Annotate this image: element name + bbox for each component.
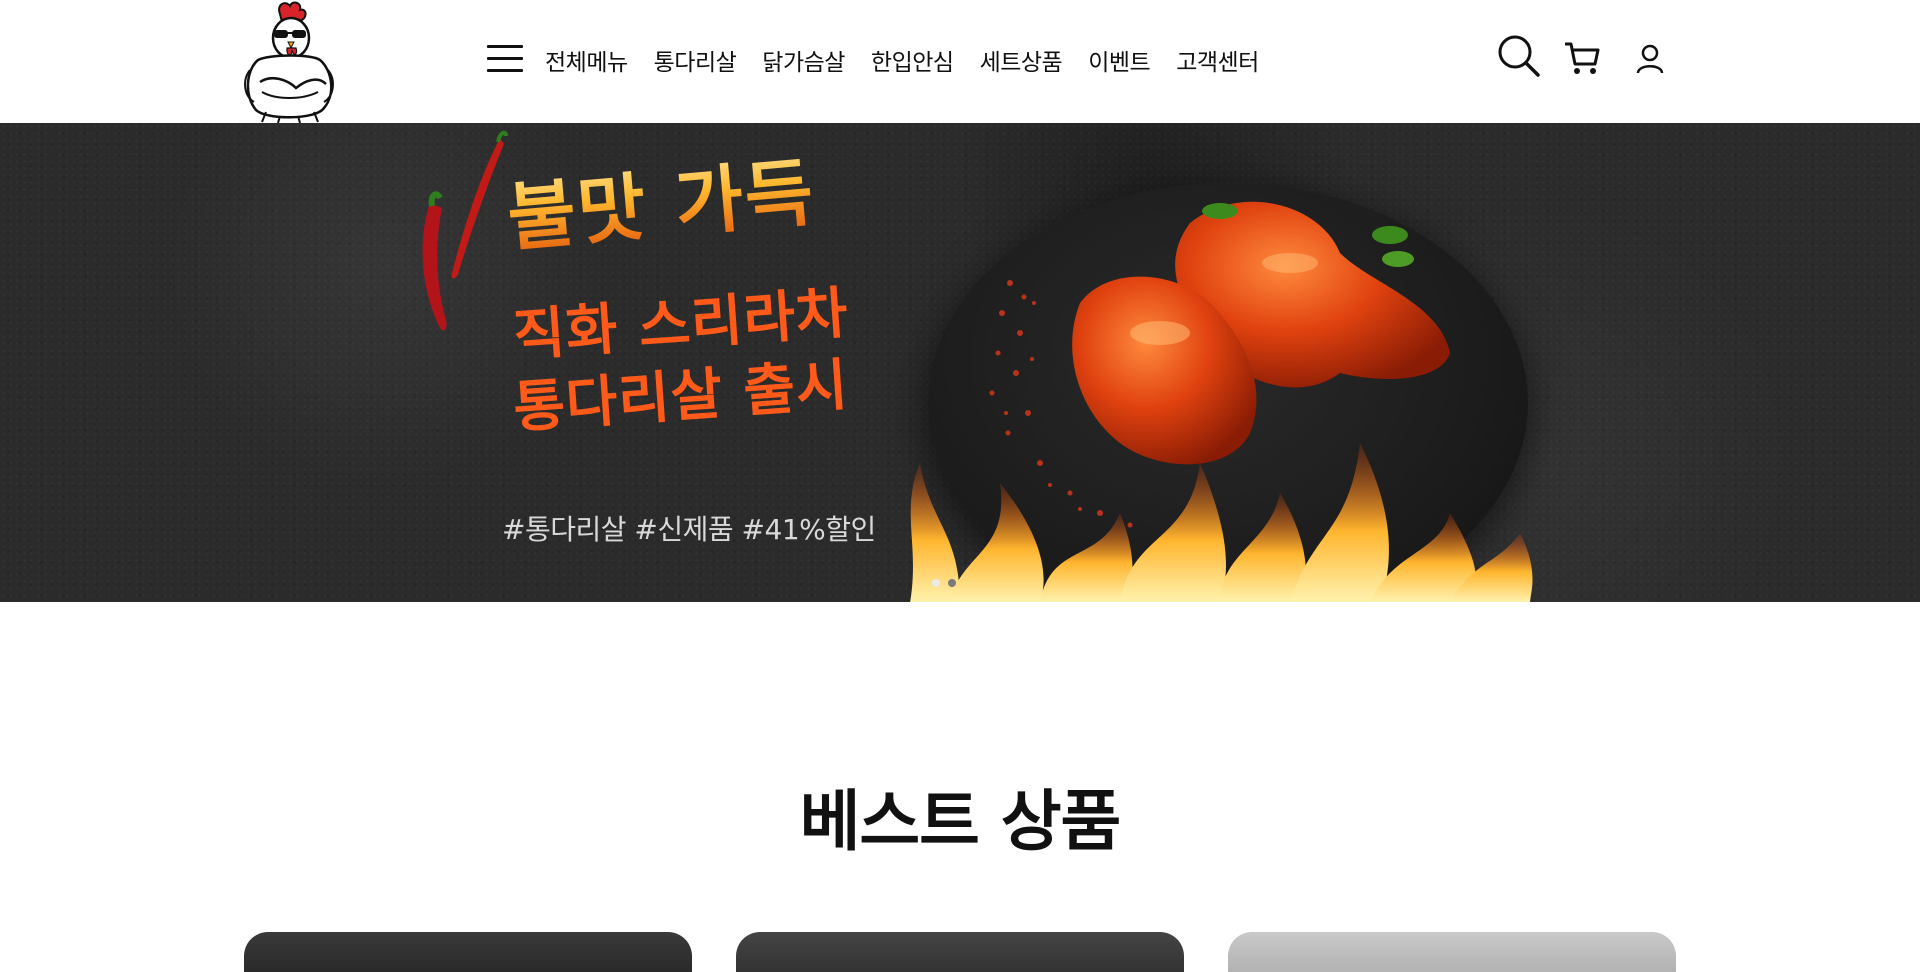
best-products-title: 베스트 상품 bbox=[799, 783, 1122, 860]
nav-item-set-products[interactable]: 세트상품 bbox=[980, 43, 1063, 77]
user-icon[interactable] bbox=[1636, 44, 1664, 74]
product-card[interactable] bbox=[736, 932, 1184, 972]
chili-flakes-image bbox=[989, 280, 1133, 528]
rooster-logo[interactable] bbox=[236, 0, 342, 124]
chili-pepper-icon bbox=[422, 130, 508, 331]
carousel-dot-2[interactable] bbox=[948, 579, 956, 587]
cart-icon[interactable] bbox=[1563, 40, 1601, 76]
nav-item-whole-thigh[interactable]: 통다리살 bbox=[654, 43, 737, 77]
nav-item-all-menu[interactable]: 전체메뉴 bbox=[545, 43, 628, 77]
hamburger-menu-icon[interactable] bbox=[487, 43, 523, 75]
nav-item-customer-center[interactable]: 고객센터 bbox=[1176, 43, 1259, 77]
banner-hashtags: #통다리살 #신제품 #41%할인 bbox=[502, 513, 876, 546]
product-card[interactable] bbox=[244, 932, 692, 972]
carousel-pagination bbox=[932, 579, 964, 587]
carousel-dot-1[interactable] bbox=[932, 579, 940, 587]
nav-item-bite-tenderloin[interactable]: 한입안심 bbox=[871, 43, 954, 77]
hero-banner[interactable]: 불맛 가득 직화 스리라차 통다리살 출시 #통다리살 #신제품 #41%할인 bbox=[0, 123, 1920, 602]
rooster-mascot-icon bbox=[244, 1, 334, 124]
product-card[interactable] bbox=[1228, 932, 1676, 972]
main-nav: 전체메뉴 통다리살 닭가슴살 한입안심 세트상품 이벤트 고객센터 bbox=[545, 40, 1285, 80]
nav-item-chicken-breast[interactable]: 닭가슴살 bbox=[762, 43, 845, 77]
site-header: 전체메뉴 통다리살 닭가슴살 한입안심 세트상품 이벤트 고객센터 bbox=[0, 0, 1920, 124]
nav-item-event[interactable]: 이벤트 bbox=[1088, 43, 1150, 77]
search-icon[interactable] bbox=[1497, 34, 1541, 78]
